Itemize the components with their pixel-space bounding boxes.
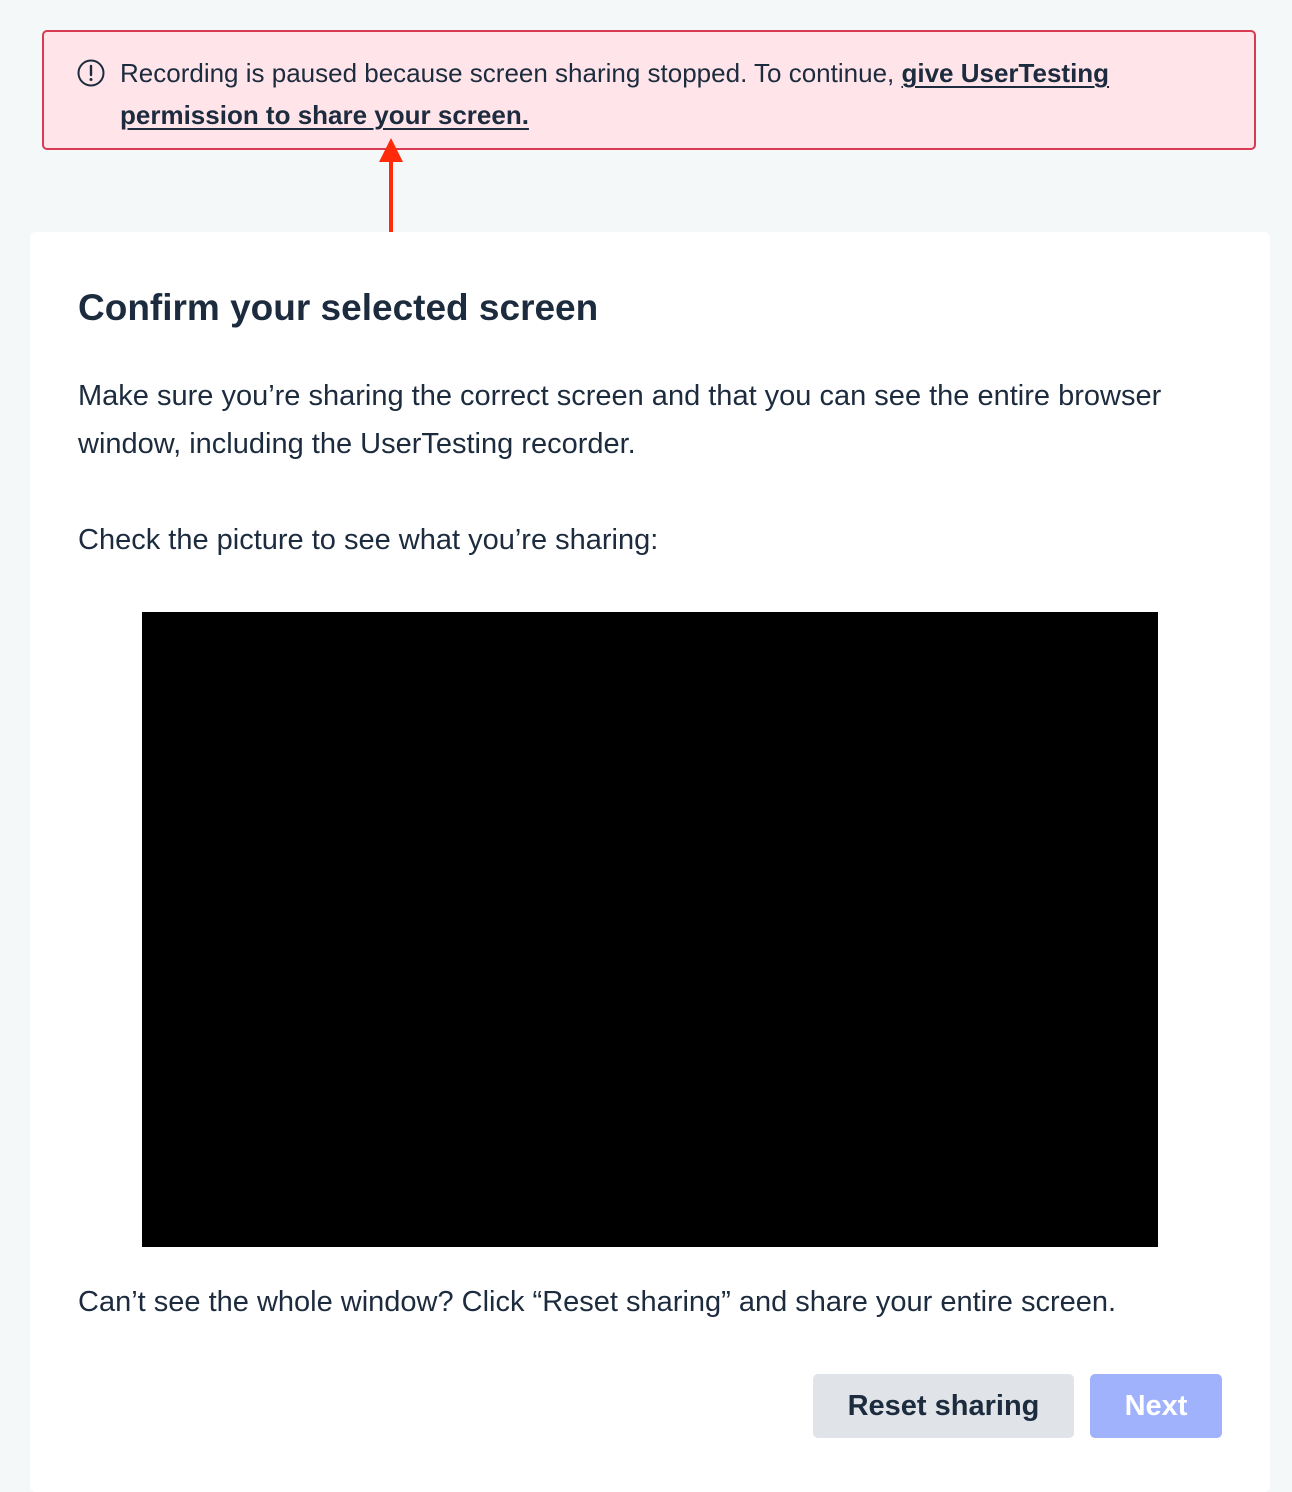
screen-share-preview — [142, 612, 1158, 1247]
reset-sharing-hint: Can’t see the whole window? Click “Reset… — [78, 1286, 1117, 1318]
exclamation-circle-icon — [77, 59, 105, 87]
confirm-screen-card: Confirm your selected screen Make sure y… — [30, 232, 1270, 1492]
card-description: Make sure you’re sharing the correct scr… — [78, 380, 1162, 460]
red-arrow-up-icon — [379, 138, 403, 241]
alert-message-text: Recording is paused because screen shari… — [120, 58, 902, 88]
recording-paused-alert: Recording is paused because screen shari… — [42, 30, 1256, 150]
next-button[interactable]: Next — [1090, 1374, 1222, 1438]
card-title: Confirm your selected screen — [78, 287, 599, 328]
check-picture-prompt: Check the picture to see what you’re sha… — [78, 524, 659, 556]
alert-message: Recording is paused because screen shari… — [120, 52, 1220, 136]
reset-sharing-button[interactable]: Reset sharing — [813, 1374, 1074, 1438]
